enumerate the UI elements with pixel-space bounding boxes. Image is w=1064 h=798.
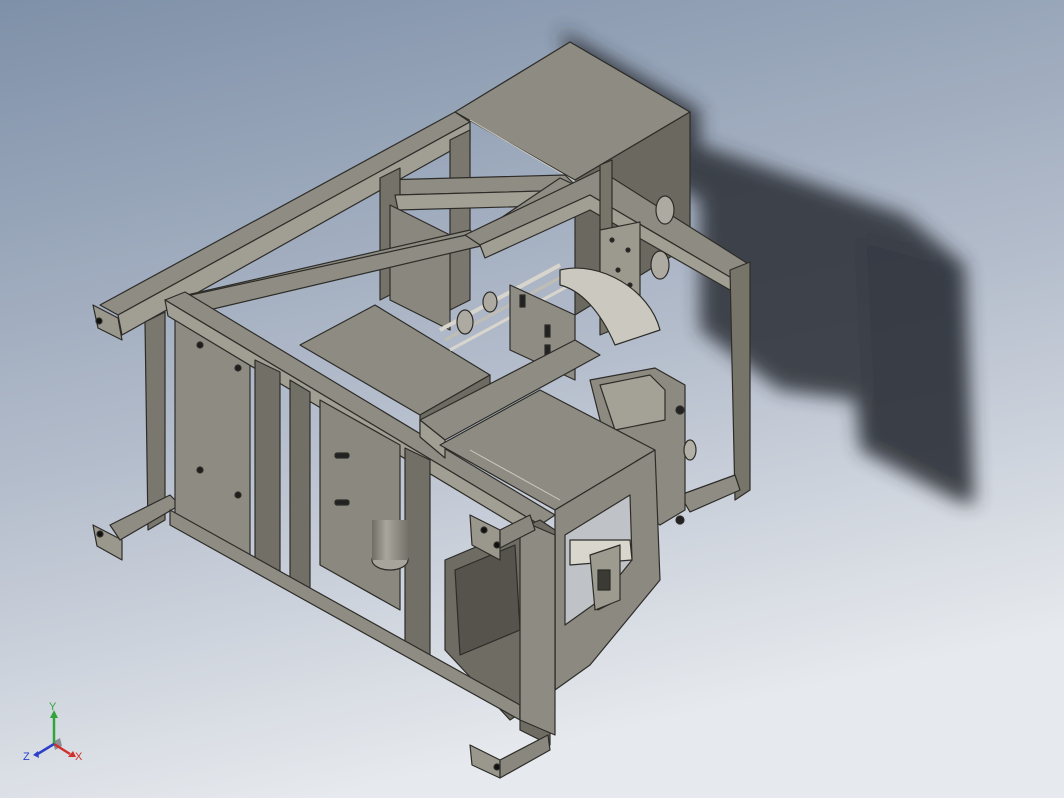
- x-axis-label: X: [75, 751, 83, 763]
- z-axis-label: Z: [23, 751, 30, 763]
- model-scene[interactable]: [0, 0, 1064, 798]
- rear-left-post: [144, 311, 166, 531]
- front-right-post: [519, 519, 556, 736]
- 3d-viewport[interactable]: Y X Z: [0, 0, 1064, 798]
- front-post-2: [289, 379, 311, 596]
- z-axis-icon: [35, 742, 55, 757]
- y-axis-label: Y: [49, 701, 57, 713]
- coordinate-triad[interactable]: Y X Z: [18, 700, 88, 770]
- front-post-1: [254, 359, 281, 581]
- front-post-3: [404, 447, 431, 661]
